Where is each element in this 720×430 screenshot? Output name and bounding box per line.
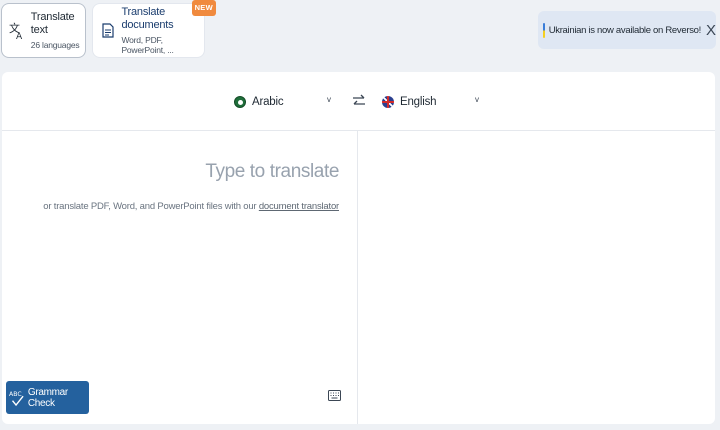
- tab-translate-text-subtitle: 26 languages: [30, 39, 80, 50]
- new-badge: NEW: [191, 0, 216, 16]
- top-bar: 文 A Translate text 26 languages Translat…: [0, 0, 720, 72]
- swap-languages-button[interactable]: [352, 93, 366, 109]
- source-text-area[interactable]: Type to translate or translate PDF, Word…: [2, 131, 358, 424]
- chevron-down-icon: v: [475, 95, 479, 104]
- swap-arrows-icon: [353, 94, 365, 105]
- translator-panel: Arabic v English v Type to translate or …: [2, 72, 715, 424]
- target-language-select[interactable]: English v: [382, 92, 482, 112]
- abc-check-icon: ABC: [9, 391, 24, 406]
- document-hint: or translate PDF, Word, and PowerPoint f…: [43, 201, 339, 212]
- svg-text:A: A: [16, 32, 23, 40]
- keyboard-button[interactable]: [328, 388, 341, 401]
- tab-translate-documents-subtitle: Word, PDF, PowerPoint, ...: [121, 34, 174, 55]
- svg-text:ABC: ABC: [9, 391, 22, 398]
- target-text-area: [359, 131, 715, 424]
- document-hint-text: or translate PDF, Word, and PowerPoint f…: [43, 201, 259, 212]
- document-icon: [99, 23, 117, 38]
- arabic-flag-icon: [234, 96, 246, 108]
- grammar-check-button[interactable]: ABC Grammar Check: [6, 381, 89, 414]
- tab-translate-text[interactable]: 文 A Translate text 26 languages: [2, 4, 85, 57]
- grammar-check-label: Grammar Check: [27, 386, 68, 409]
- uk-flag-icon: [382, 96, 394, 108]
- translate-icon: 文 A: [8, 22, 27, 40]
- source-placeholder: Type to translate: [205, 161, 339, 182]
- ukraine-flag-icon: [543, 22, 545, 38]
- tab-translate-documents[interactable]: Translate documents Word, PDF, PowerPoin…: [93, 0, 216, 57]
- ukrainian-notice: Ukrainian is now available on Reverso! X: [538, 11, 716, 49]
- source-language-select[interactable]: Arabic v: [234, 92, 334, 112]
- language-bar: Arabic v English v: [2, 72, 715, 131]
- notice-text: Ukrainian is now available on Reverso!: [548, 24, 702, 36]
- target-language-label: English: [400, 96, 437, 108]
- chevron-down-icon: v: [327, 95, 331, 104]
- document-translator-link[interactable]: document translator: [259, 201, 339, 212]
- tab-translate-text-title: Translate text: [30, 11, 75, 37]
- close-icon[interactable]: X: [706, 23, 716, 38]
- source-language-label: Arabic: [252, 96, 284, 108]
- keyboard-icon: [328, 390, 341, 401]
